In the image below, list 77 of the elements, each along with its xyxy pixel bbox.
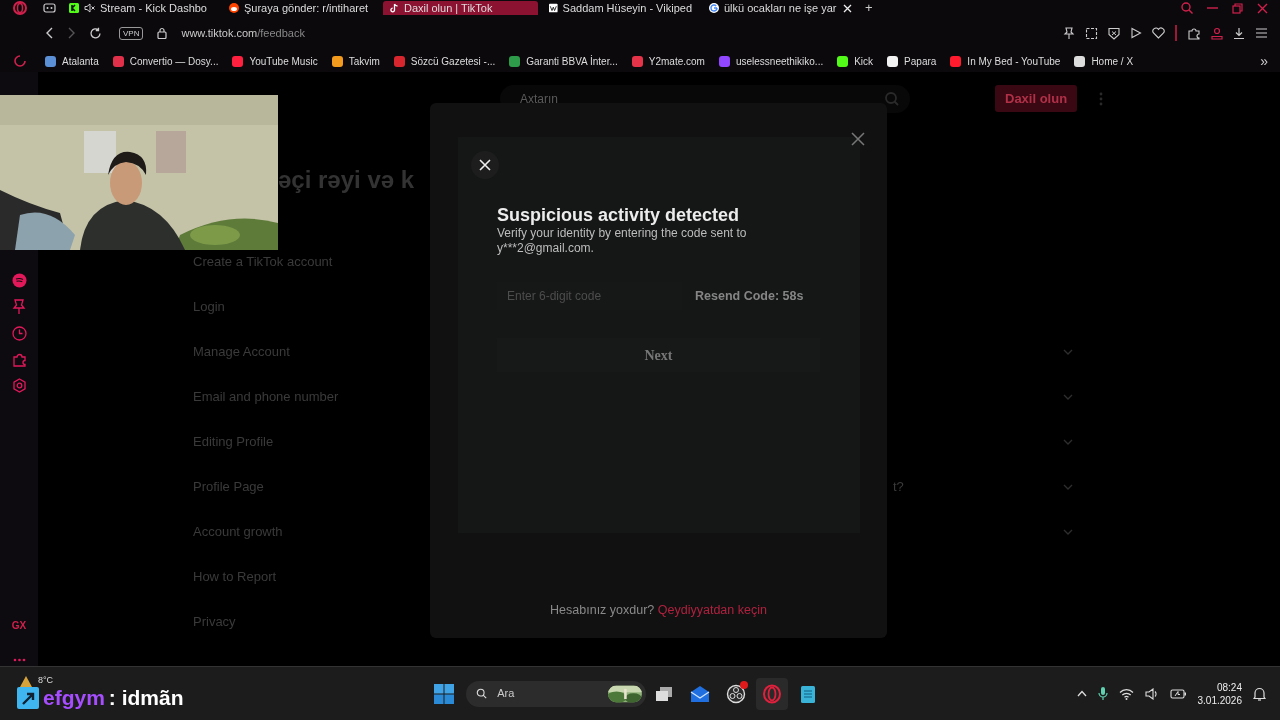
weather-icon[interactable] xyxy=(18,674,34,688)
download-icon[interactable] xyxy=(1233,26,1245,40)
search-icon[interactable] xyxy=(1181,2,1193,14)
dialog-description: Verify your identity by entering the code sent to y***2@gmail.com. xyxy=(497,226,748,256)
address-url[interactable]: www.tiktok.com/feedback xyxy=(181,24,305,42)
browser-tab[interactable]: Saddam Hüseyin - Vikiped xyxy=(543,1,698,15)
battery-icon[interactable] xyxy=(1169,688,1187,699)
browser-tab[interactable]: Stream - Kick Dashbo xyxy=(63,1,218,15)
browser-icon[interactable] xyxy=(756,677,789,710)
cursor-app-icon xyxy=(17,686,39,709)
forward-icon[interactable] xyxy=(66,27,76,39)
muted-icon[interactable] xyxy=(84,3,95,13)
more-icon[interactable] xyxy=(12,658,26,662)
search-field[interactable]: Ara xyxy=(495,684,601,703)
browser-tab[interactable]: Daxil olun | TikTok xyxy=(383,1,538,15)
clock[interactable]: 08:24 3.01.2026 xyxy=(1197,680,1242,707)
volume-icon[interactable] xyxy=(1144,687,1159,700)
search-icon xyxy=(476,687,488,700)
reload-icon[interactable] xyxy=(89,26,102,40)
snapshot-icon[interactable] xyxy=(1085,26,1098,40)
favicon-icon xyxy=(709,3,719,13)
temperature[interactable]: 8°C xyxy=(38,674,54,688)
browser-logo-icon[interactable] xyxy=(13,1,27,15)
music-icon[interactable] xyxy=(11,273,27,288)
notification-dot xyxy=(740,680,749,689)
pin-icon[interactable] xyxy=(1063,26,1075,40)
favicon-icon xyxy=(229,3,239,13)
dialog-title: Suspicious activity detected xyxy=(497,204,741,226)
taskbar-search[interactable]: Ara xyxy=(466,680,647,707)
bookmark[interactable]: YouTube Music xyxy=(232,53,318,69)
chevron-up-icon[interactable] xyxy=(1076,690,1087,697)
wifi-icon[interactable] xyxy=(1118,687,1134,700)
lock-icon xyxy=(157,27,168,39)
bookmark[interactable]: Papara xyxy=(887,53,937,69)
heart-icon[interactable] xyxy=(1152,27,1165,39)
profile-icon[interactable] xyxy=(1211,26,1223,40)
favicon-icon xyxy=(549,3,558,13)
resend-timer: Resend Code: 58s xyxy=(695,287,804,305)
notification-icon[interactable] xyxy=(1253,686,1266,701)
sidebar-brand[interactable]: GX xyxy=(11,618,27,633)
vpn-badge[interactable]: VPN xyxy=(119,26,144,40)
start-icon[interactable] xyxy=(434,683,455,704)
bookmark[interactable]: Convertio — Dosy... xyxy=(112,53,219,69)
bookmark[interactable]: uselessneethikiko... xyxy=(718,53,824,69)
close-button[interactable] xyxy=(471,151,499,179)
new-tab-button[interactable]: + xyxy=(865,0,873,18)
bookmark[interactable]: Home / X xyxy=(1074,53,1134,69)
close-icon xyxy=(479,159,491,171)
bookmark[interactable]: Y2mate.com xyxy=(631,53,705,69)
play-icon[interactable] xyxy=(1130,27,1142,39)
settings-icon[interactable] xyxy=(11,378,27,393)
shield-icon[interactable] xyxy=(1108,26,1120,40)
bookmark[interactable]: Atalanta xyxy=(45,53,99,69)
chat-message: : idmãn xyxy=(108,685,184,711)
settings-icon[interactable] xyxy=(1255,27,1268,39)
ring-icon[interactable] xyxy=(13,54,27,68)
bookmark[interactable]: Takvim xyxy=(331,53,380,69)
favicon-icon xyxy=(389,3,399,13)
browser-tab[interactable]: Şuraya gönder: r/intiharet xyxy=(223,1,378,15)
favicon-icon xyxy=(69,3,79,13)
microphone-icon[interactable] xyxy=(1097,686,1108,701)
bookmark[interactable]: Garanti BBVA İnter... xyxy=(509,53,618,69)
bookmark[interactable]: Kick xyxy=(837,53,874,69)
bookmark[interactable]: Sözcü Gazetesi -... xyxy=(393,53,496,69)
chat-username: efgym xyxy=(43,685,105,711)
tab-switcher-icon[interactable] xyxy=(43,3,56,13)
more-bookmarks-button[interactable]: » xyxy=(1260,50,1268,72)
extensions-icon[interactable] xyxy=(11,352,27,367)
maximize-icon[interactable] xyxy=(1232,2,1243,14)
extensions-icon[interactable] xyxy=(1187,26,1201,40)
back-icon[interactable] xyxy=(45,27,55,39)
clock-icon[interactable] xyxy=(11,326,27,341)
browser-tab[interactable]: ülkü ocakları ne işe yar xyxy=(703,1,858,15)
close-icon xyxy=(851,131,865,146)
bookmark[interactable]: In My Bed - YouTube xyxy=(950,53,1061,69)
signup-prompt: Hesabınız yoxdur? xyxy=(550,603,655,618)
recorder-icon[interactable] xyxy=(726,683,747,704)
